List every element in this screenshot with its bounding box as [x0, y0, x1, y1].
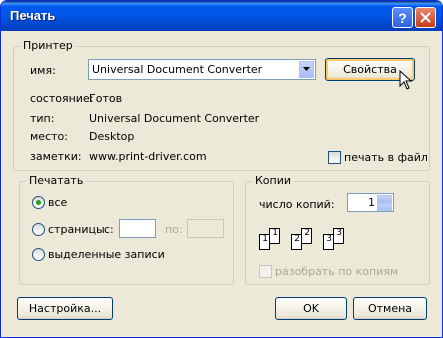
- print-dialog: Печать ? Принтер имя: Universal Document…: [0, 0, 443, 338]
- printer-comment-label: заметки:: [30, 150, 82, 163]
- printer-name-label: имя:: [30, 64, 56, 77]
- copies-count-spinner[interactable]: 1: [347, 193, 394, 212]
- cancel-button-label: Отмена: [367, 302, 413, 315]
- collate-page-icon: 1: [269, 228, 280, 244]
- collate-checkbox[interactable]: [259, 265, 272, 278]
- print-to-file-checkbox[interactable]: [328, 151, 341, 164]
- print-all-radio[interactable]: [32, 196, 45, 209]
- cancel-button[interactable]: Отмена: [353, 297, 427, 320]
- printer-name-dropdown-button[interactable]: [299, 61, 314, 78]
- pages-from-label: с:: [104, 223, 114, 236]
- printer-name-combo[interactable]: Universal Document Converter: [88, 59, 316, 80]
- printer-location-label: место:: [30, 130, 68, 143]
- printer-name-value: Universal Document Converter: [92, 63, 263, 76]
- properties-button-label: Свойства: [343, 63, 397, 76]
- copies-count-label: число копий:: [259, 198, 335, 211]
- close-icon: [420, 12, 431, 23]
- printer-status-value: Готов: [89, 92, 123, 105]
- pages-to-label: по:: [165, 223, 183, 236]
- window-title: Печать: [10, 8, 56, 23]
- setup-button-label: Настройка...: [28, 302, 102, 315]
- print-range-group-label: Печатать: [26, 174, 87, 187]
- collate-label[interactable]: разобрать по копиям: [275, 265, 398, 278]
- collate-page-icon: 2: [301, 228, 312, 244]
- pages-from-input[interactable]: [119, 219, 156, 238]
- spin-down-button[interactable]: [377, 203, 392, 211]
- spin-up-button[interactable]: [377, 195, 392, 203]
- copies-group-label: Копии: [252, 174, 295, 187]
- print-selection-radio[interactable]: [32, 248, 45, 261]
- print-pages-label[interactable]: страницы: [48, 223, 105, 236]
- close-button[interactable]: [415, 7, 436, 28]
- pages-to-input[interactable]: [187, 219, 224, 238]
- print-pages-radio[interactable]: [32, 223, 45, 236]
- copies-count-value: 1: [368, 196, 375, 209]
- printer-type-label: тип:: [30, 112, 55, 125]
- ok-button-label: OK: [303, 302, 319, 315]
- help-button[interactable]: ?: [392, 7, 413, 28]
- printer-status-label: состояние:: [30, 92, 94, 105]
- printer-comment-value: www.print-driver.com: [89, 150, 207, 163]
- ok-button[interactable]: OK: [275, 297, 347, 320]
- printer-type-value: Universal Document Converter: [89, 112, 260, 125]
- print-all-label[interactable]: все: [48, 196, 67, 209]
- help-icon: ?: [398, 10, 407, 26]
- printer-group-label: Принтер: [20, 39, 76, 52]
- print-to-file-label[interactable]: печать в файл: [344, 151, 428, 164]
- chevron-down-icon: [303, 67, 310, 71]
- setup-button[interactable]: Настройка...: [17, 297, 113, 320]
- title-bar[interactable]: Печать ?: [1, 1, 442, 31]
- mouse-cursor-icon: [399, 70, 413, 90]
- collate-page-icon: 3: [333, 228, 344, 244]
- printer-location-value: Desktop: [89, 130, 135, 143]
- print-selection-label[interactable]: выделенные записи: [48, 248, 165, 261]
